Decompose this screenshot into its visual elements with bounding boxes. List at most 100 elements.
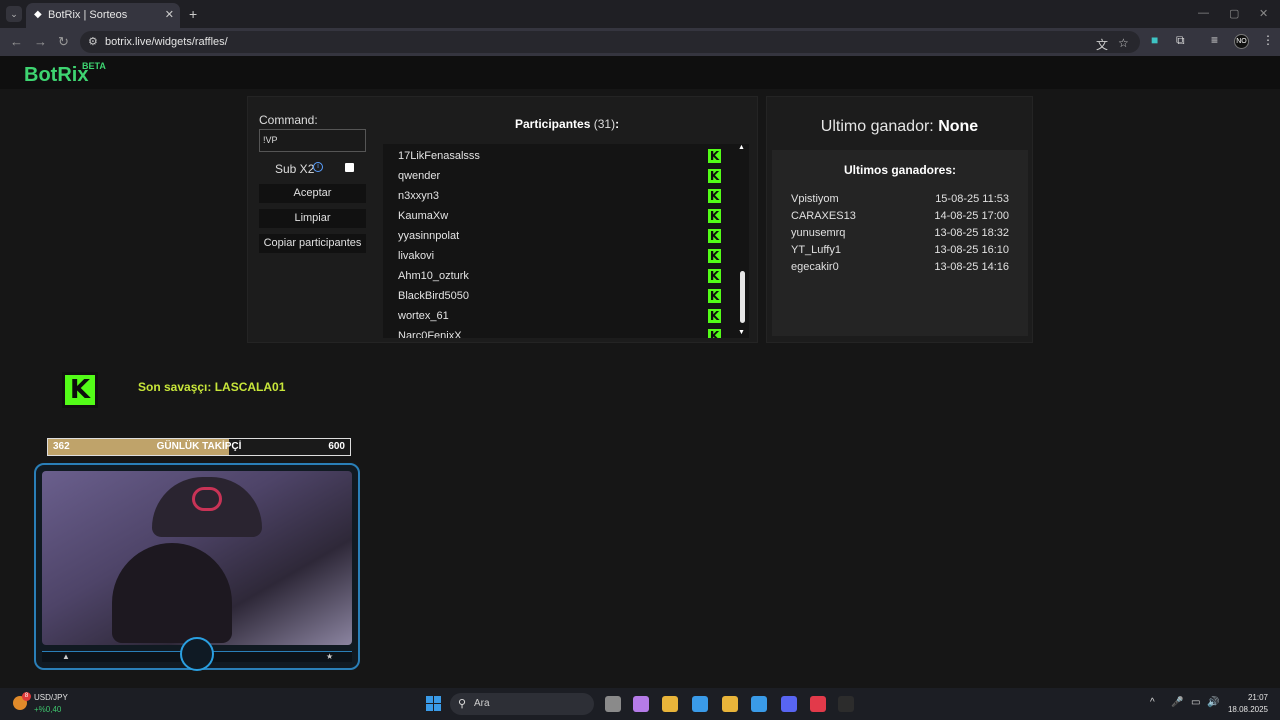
folder-icon[interactable] [662, 696, 678, 712]
minimize-button[interactable]: — [1198, 7, 1209, 19]
tab-close-icon[interactable]: ✕ [165, 8, 174, 21]
maximize-button[interactable]: ▢ [1229, 7, 1239, 20]
participant-row: BlackBird5050 K [383, 286, 728, 306]
kick-platform-icon: K [708, 269, 721, 283]
last-winner-label: Ultimo ganador: [820, 118, 934, 135]
winner-date: 13-08-25 16:10 [934, 244, 1009, 256]
streamer [112, 543, 232, 643]
participant-name: Narc0FenixX [398, 330, 462, 338]
participant-row: Ahm10_ozturk K [383, 266, 728, 286]
participant-row: qwender K [383, 166, 728, 186]
address-bar-row: ← → ↻ ⚙ botrix.live/widgets/raffles/ 文 ☆ [0, 28, 1280, 56]
obs-icon[interactable] [838, 696, 854, 712]
beta-badge: BETA [82, 61, 106, 71]
tab-bar: ⌄ ◆ BotRix | Sorteos ✕ + — ▢ ✕ [0, 0, 1280, 28]
tab-botrix[interactable]: ◆ BotRix | Sorteos ✕ [26, 3, 180, 28]
kick-platform-icon: K [708, 329, 721, 338]
follower-goal-current: 362 [53, 441, 70, 452]
url-text: botrix.live/widgets/raffles/ [105, 36, 228, 48]
follower-goal-bar: GÜNLÜK TAKİPÇİ 362 600 [47, 438, 351, 456]
taskbar: 8 USD/JPY +%0,40 ⚲ Ara ^ 🎤 ▭ 🔊 21:07 18.… [0, 688, 1280, 720]
kick-platform-icon: K [708, 229, 721, 243]
back-arrow-icon[interactable]: ← [10, 34, 23, 49]
store-icon[interactable] [692, 696, 708, 712]
info-icon[interactable]: i [313, 162, 323, 172]
participants-colon: : [615, 117, 620, 131]
taskbar-search[interactable]: ⚲ Ara [450, 693, 594, 715]
bookmark-star-icon[interactable]: ☆ [1118, 36, 1129, 50]
close-window-button[interactable]: ✕ [1259, 7, 1268, 20]
winner-date: 13-08-25 14:16 [934, 261, 1009, 273]
winners-panel: Ultimo ganador: None Ultimos ganadores: … [766, 96, 1033, 343]
participant-name: 17LikFenasalsss [398, 150, 480, 162]
volume-icon[interactable]: 🔊 [1207, 697, 1219, 708]
clock-date[interactable]: 18.08.2025 [1220, 705, 1268, 714]
winner-date: 15-08-25 11:53 [935, 193, 1009, 205]
tray-chevron-icon[interactable]: ^ [1150, 697, 1155, 708]
participant-row: KaumaXw K [383, 206, 728, 226]
file-explorer-icon[interactable] [722, 696, 738, 712]
participant-row: wortex_61 K [383, 306, 728, 326]
tab-title: BotRix | Sorteos [48, 9, 128, 21]
scroll-up-arrow-icon[interactable]: ▲ [738, 144, 745, 151]
participant-row: yyasinnpolat K [383, 226, 728, 246]
chrome-icon[interactable] [751, 696, 767, 712]
participant-row: Narc0FenixX K [383, 326, 728, 338]
microphone-icon[interactable]: 🎤 [1171, 697, 1183, 708]
extension-icon[interactable]: ■ [1151, 33, 1158, 47]
clear-button[interactable]: Limpiar [259, 209, 366, 228]
extensions-puzzle-icon[interactable]: ⧉ [1176, 33, 1185, 48]
participant-name: Ahm10_ozturk [398, 270, 469, 282]
kick-platform-icon: K [708, 149, 721, 163]
participant-name: n3xxyn3 [398, 190, 439, 202]
participant-row: 17LikFenasalsss K [383, 146, 728, 166]
profile-avatar[interactable]: NO [1234, 34, 1249, 49]
kick-platform-icon: K [708, 249, 721, 263]
site-info-icon[interactable]: ⚙ [88, 35, 98, 48]
kick-logo-icon: K [65, 375, 95, 405]
browser-menu-icon[interactable]: ⋮ [1262, 33, 1274, 47]
sub-x2-checkbox[interactable] [345, 163, 354, 172]
webcam-frame: ▲ ★ [34, 463, 360, 671]
ticker-name[interactable]: USD/JPY [34, 693, 68, 702]
accept-button[interactable]: Aceptar [259, 184, 366, 203]
reading-list-icon[interactable]: ≡ [1211, 33, 1218, 47]
reload-icon[interactable]: ↻ [58, 34, 69, 50]
participant-name: BlackBird5050 [398, 290, 469, 302]
clock-time[interactable]: 21:07 [1228, 693, 1268, 702]
network-icon[interactable]: ▭ [1191, 697, 1200, 708]
command-label: Command: [259, 113, 318, 127]
new-tab-button[interactable]: + [189, 6, 197, 22]
forward-arrow-icon[interactable]: → [34, 34, 47, 49]
participant-name: KaumaXw [398, 210, 449, 222]
kick-logo: K [62, 372, 98, 408]
winner-row: yunusemrq 13-08-25 18:32 [791, 227, 1009, 244]
windows-start-icon[interactable] [426, 696, 441, 711]
valorant-icon[interactable] [810, 696, 826, 712]
kick-platform-icon: K [708, 309, 721, 323]
participants-count: (31) [593, 117, 616, 131]
scrollbar-thumb[interactable] [740, 271, 745, 323]
site-header: BotRix BETA [0, 56, 1280, 89]
copilot-icon[interactable] [633, 696, 649, 712]
translate-icon[interactable]: 文 [1096, 36, 1108, 53]
botrix-logo[interactable]: BotRix [24, 64, 88, 87]
last-warrior-text: Son savaşçı: LASCALA01 [138, 380, 286, 394]
scroll-down-arrow-icon[interactable]: ▼ [738, 329, 745, 336]
copy-participants-button[interactable]: Copiar participantes [259, 234, 366, 253]
ticker-change: +%0,40 [34, 705, 62, 714]
participants-list[interactable]: ▲ ▼ 17LikFenasalsss Kqwender K n3xxyn3 K Kaum… [383, 144, 749, 338]
participants-title: Participantes (31): [515, 117, 619, 131]
tab-search-button[interactable]: ⌄ [6, 6, 22, 22]
winner-row: egecakir0 13-08-25 14:16 [791, 261, 1009, 278]
command-input[interactable]: !VP [259, 129, 366, 152]
follower-goal-target: 600 [328, 441, 345, 452]
streamer-emblem-icon [180, 637, 214, 671]
url-field[interactable]: ⚙ botrix.live/widgets/raffles/ 文 ☆ [80, 31, 1140, 53]
winner-row: Vpistiyom 15-08-25 11:53 [791, 193, 1009, 210]
kick-platform-icon: K [708, 169, 721, 183]
discord-icon[interactable] [781, 696, 797, 712]
botrix-favicon-icon: ◆ [34, 9, 42, 20]
winner-date: 13-08-25 18:32 [934, 227, 1009, 239]
task-view-icon[interactable] [605, 696, 621, 712]
